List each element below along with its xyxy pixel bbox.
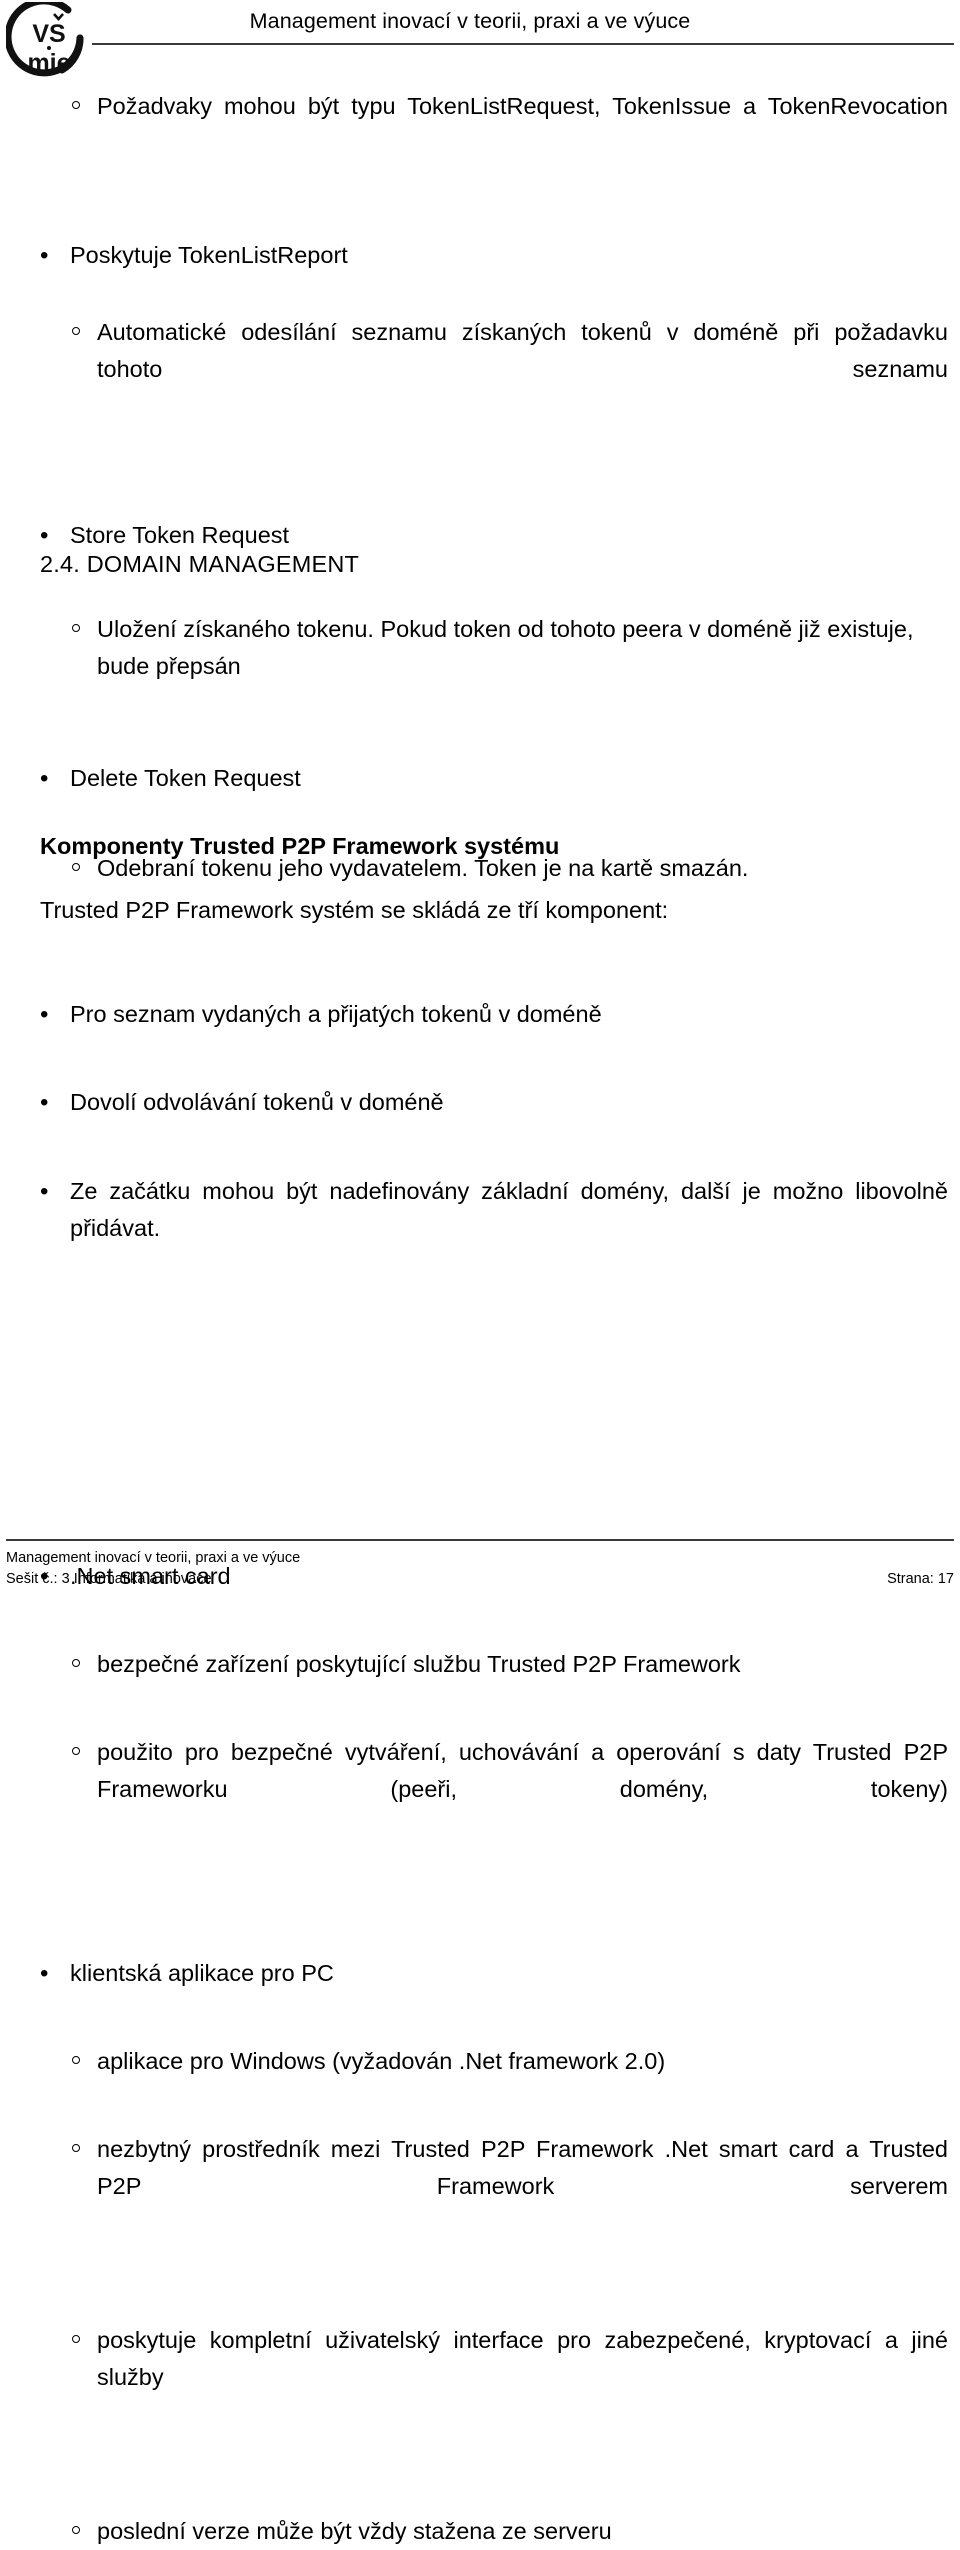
- list-item-label: poskytuje kompletní uživatelský interfac…: [97, 2327, 948, 2390]
- list-item-label: klientská aplikace pro PC: [70, 1960, 334, 1986]
- list-item: Uložení získaného tokenu. Pokud token od…: [0, 611, 948, 685]
- list-item-label: aplikace pro Windows (vyžadován .Net fra…: [97, 2048, 666, 2074]
- footer-publication-info: Management inovací v teorii, praxi a ve …: [6, 1548, 300, 1590]
- list-item: Automatické odesílání seznamu získaných …: [0, 314, 948, 425]
- dot-bullet-icon: •: [40, 1960, 49, 1987]
- list-item-label: Pro seznam vydaných a přijatých tokenů v…: [70, 1001, 602, 1027]
- section-heading: 2.4. DOMAIN MANAGEMENT: [40, 551, 360, 577]
- components-heading: Komponenty Trusted P2P Framework systému: [40, 833, 560, 859]
- footer-divider: [6, 1539, 954, 1541]
- list-item-label: Dovolí odvolávání tokenů v doméně: [70, 1089, 444, 1115]
- list-item-label: bezpečné zařízení poskytující službu Tru…: [97, 1651, 741, 1677]
- list-item: poskytuje kompletní uživatelský interfac…: [0, 2322, 948, 2433]
- list-item: Požadvaky mohou být typu TokenListReques…: [0, 88, 948, 162]
- list-item-label: nezbytný prostředník mezi Trusted P2P Fr…: [97, 2136, 948, 2199]
- list-item: • klientská aplikace pro PC: [0, 1955, 948, 1992]
- list-item-label: Ze začátku mohou být nadefinovány základ…: [70, 1178, 948, 1241]
- list-item: poslední verze může být vždy stažena ze …: [0, 2513, 948, 2550]
- list-item-label: Delete Token Request: [70, 765, 301, 791]
- footer-page-number: Strana: 17: [887, 1571, 954, 1587]
- circle-bullet-icon: [72, 327, 80, 335]
- footer-line-2: Sešit č.: 3 Informatika a inovace: [6, 1571, 212, 1587]
- list-item: • Poskytuje TokenListReport: [0, 237, 948, 274]
- footer-line-1: Management inovací v teorii, praxi a ve …: [6, 1550, 301, 1566]
- list-item-label: poslední verze může být vždy stažena ze …: [97, 2518, 612, 2544]
- list-item-label: Poskytuje TokenListReport: [70, 242, 348, 268]
- list-item-label: Požadvaky mohou být typu TokenListReques…: [97, 93, 948, 119]
- dot-bullet-icon: •: [40, 1001, 49, 1028]
- list-item: aplikace pro Windows (vyžadován .Net fra…: [0, 2043, 948, 2080]
- components-intro: Trusted P2P Framework systém se skládá z…: [40, 897, 669, 923]
- list-item: • Delete Token Request: [0, 760, 948, 797]
- list-item: • Ze začátku mohou být nadefinovány zákl…: [0, 1173, 948, 1284]
- list-item-label: Automatické odesílání seznamu získaných …: [97, 319, 948, 382]
- circle-bullet-icon: [72, 624, 80, 632]
- list-item: bezpečné zařízení poskytující službu Tru…: [0, 1646, 948, 1683]
- document-body: Požadvaky mohou být typu TokenListReques…: [0, 0, 960, 2544]
- list-item: nezbytný prostředník mezi Trusted P2P Fr…: [0, 2131, 948, 2242]
- circle-bullet-icon: [72, 2526, 80, 2534]
- circle-bullet-icon: [72, 2056, 80, 2064]
- circle-bullet-icon: [72, 2144, 80, 2152]
- circle-bullet-icon: [72, 2335, 80, 2343]
- document-page: VS mie Management inovací v teorii, prax…: [0, 0, 960, 2544]
- circle-bullet-icon: [72, 1659, 80, 1667]
- dot-bullet-icon: •: [40, 1089, 49, 1116]
- list-item-label: použito pro bezpečné vytváření, uchovává…: [97, 1739, 948, 1802]
- list-item: • Dovolí odvolávání tokenů v doméně: [0, 1084, 948, 1121]
- dot-bullet-icon: •: [40, 765, 49, 792]
- dot-bullet-icon: •: [40, 242, 49, 269]
- list-item: použito pro bezpečné vytváření, uchovává…: [0, 1734, 948, 1845]
- circle-bullet-icon: [72, 101, 80, 109]
- dot-bullet-icon: •: [40, 1178, 49, 1205]
- circle-bullet-icon: [72, 1747, 80, 1755]
- list-item-label: Uložení získaného tokenu. Pokud token od…: [97, 616, 914, 679]
- list-item: • Pro seznam vydaných a přijatých tokenů…: [0, 996, 948, 1033]
